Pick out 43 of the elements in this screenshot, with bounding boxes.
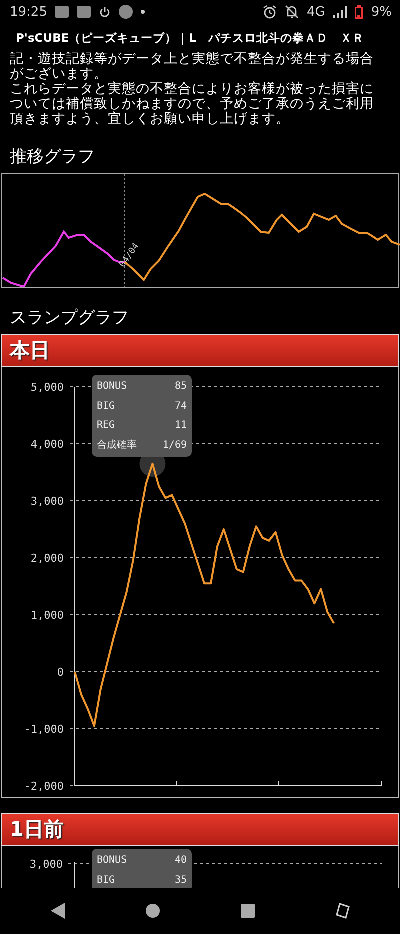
- y-axis-label: 3,000: [30, 858, 63, 871]
- back-icon[interactable]: [50, 903, 64, 919]
- y-axis-label: 4,000: [30, 438, 64, 451]
- round-badge-icon: [119, 5, 134, 19]
- y-axis-label: 0: [57, 666, 64, 679]
- y-axis-label: 2,000: [30, 552, 64, 565]
- network-type: 4G: [307, 4, 326, 20]
- app-notification-icon: [77, 6, 92, 18]
- day-header: 本日: [1, 334, 399, 367]
- signal-icon: [333, 6, 348, 18]
- y-axis-label: -1,000: [24, 723, 64, 736]
- tooltip-value: 74: [174, 400, 187, 412]
- tooltip-label: BIG: [97, 874, 116, 886]
- alarm-icon: [263, 5, 278, 19]
- home-icon[interactable]: [146, 904, 160, 918]
- power-icon: [99, 6, 112, 18]
- tooltip-label: BONUS: [97, 381, 128, 392]
- y-axis-label: 1,000: [30, 609, 64, 622]
- app-notification-icon: [55, 6, 70, 18]
- tooltip-value: 35: [174, 874, 187, 886]
- battery-icon: [355, 5, 364, 19]
- tooltip-label: 合成確率: [97, 438, 137, 452]
- clock-time: 19:25: [10, 4, 48, 20]
- tooltip-label: BONUS: [97, 855, 128, 866]
- tooltip-value: 11: [174, 420, 187, 432]
- y-axis-label: -2,000: [24, 780, 64, 793]
- bell-off-icon: [285, 5, 300, 19]
- day-header: 1日前: [1, 813, 399, 846]
- y-axis-label: 5,000: [30, 381, 64, 394]
- tooltip-label: BIG: [97, 400, 116, 412]
- battery-percent: 9%: [371, 4, 392, 20]
- y-axis-label: 3,000: [30, 495, 64, 508]
- rotate-icon[interactable]: [336, 903, 350, 919]
- recents-icon[interactable]: [240, 904, 254, 918]
- section-heading: 推移グラフ: [9, 146, 96, 168]
- tooltip-value: 40: [174, 855, 187, 866]
- page-title: P'sCUBE（ピーズキューブ）｜L パチスロ北斗の拳ＡＤ ＸＲ: [15, 30, 366, 48]
- tooltip-value: 85: [174, 381, 187, 392]
- dot-icon: [141, 10, 146, 14]
- tooltip-label: REG: [97, 420, 116, 432]
- section-heading: スランプグラフ: [9, 307, 130, 329]
- tooltip-value: 1/69: [162, 440, 187, 451]
- y-axis: [74, 862, 76, 888]
